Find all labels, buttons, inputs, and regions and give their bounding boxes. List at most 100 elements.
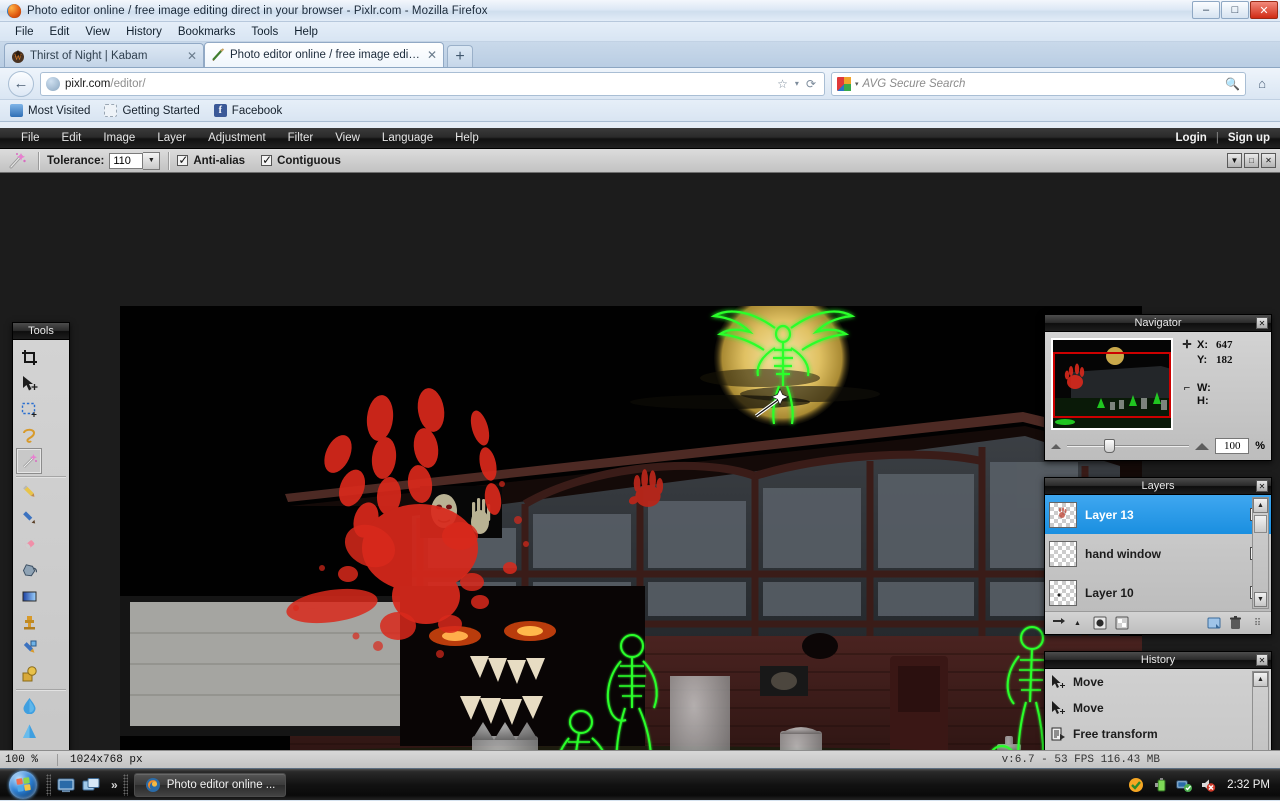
pixlr-menu-file[interactable]: File (10, 132, 51, 144)
zoom-slider[interactable] (1067, 439, 1190, 453)
chevron-up-icon[interactable]: ▲ (1069, 615, 1086, 631)
new-layer-icon[interactable] (1205, 615, 1222, 631)
pixlr-minimize-button[interactable]: ▼ (1227, 153, 1242, 168)
close-icon[interactable]: ✕ (1256, 317, 1268, 329)
menu-edit[interactable]: Edit (42, 24, 78, 40)
layer-row[interactable]: Layer 13 (1045, 495, 1271, 534)
clone-stamp-tool[interactable] (16, 609, 42, 635)
bookmark-star-icon[interactable]: ☆ (777, 77, 788, 91)
bookmark-most-visited[interactable]: Most Visited (10, 104, 90, 117)
maximize-button[interactable]: □ (1221, 1, 1249, 19)
volume-muted-icon[interactable] (1199, 776, 1216, 793)
pixlr-menu-layer[interactable]: Layer (146, 132, 197, 144)
pixlr-menu-filter[interactable]: Filter (277, 132, 325, 144)
switch-window-icon[interactable] (80, 774, 102, 796)
magic-wand-tool[interactable] (16, 448, 42, 474)
history-row[interactable]: Move (1045, 695, 1271, 721)
zoom-input[interactable]: 100 (1215, 438, 1250, 454)
pixlr-menu-edit[interactable]: Edit (51, 132, 93, 144)
chevron-down-icon[interactable]: ▾ (855, 80, 859, 88)
tab-close-icon[interactable]: ✕ (183, 49, 197, 63)
show-desktop-icon[interactable] (55, 774, 77, 796)
checkbox-icon[interactable] (177, 153, 188, 167)
lasso-tool[interactable] (16, 422, 42, 448)
drawing-tool[interactable] (16, 661, 42, 687)
contiguous-checkbox[interactable]: Contiguous (261, 153, 341, 167)
taskbar-clock[interactable]: 2:32 PM (1223, 779, 1270, 791)
task-button-firefox[interactable]: Photo editor online ... (133, 772, 287, 797)
pixlr-restore-button[interactable]: □ (1244, 153, 1259, 168)
history-row[interactable]: Move (1045, 669, 1271, 695)
avg-search-icon[interactable] (837, 76, 851, 91)
close-icon[interactable]: ✕ (1256, 654, 1268, 666)
blend-mode-icon[interactable] (1050, 615, 1067, 631)
tab-pixlr-editor[interactable]: Photo editor online / free image editi..… (204, 42, 444, 67)
search-icon[interactable]: 🔍 (1225, 77, 1240, 91)
signup-link[interactable]: Sign up (1228, 132, 1270, 144)
bookmark-facebook[interactable]: f Facebook (213, 104, 282, 117)
scroll-up-icon[interactable]: ▲ (1253, 498, 1268, 513)
start-button[interactable] (0, 770, 46, 800)
close-button[interactable]: ✕ (1250, 1, 1278, 19)
home-icon[interactable]: ⌂ (1252, 76, 1272, 91)
antialias-checkbox[interactable]: Anti-alias (177, 153, 245, 167)
minimize-button[interactable]: – (1192, 1, 1220, 19)
menu-history[interactable]: History (118, 24, 170, 40)
delete-layer-icon[interactable] (1227, 615, 1244, 631)
close-icon[interactable]: ✕ (1256, 480, 1268, 492)
new-tab-button[interactable]: + (447, 45, 473, 67)
menu-view[interactable]: View (77, 24, 118, 40)
image-canvas[interactable] (120, 306, 1142, 768)
login-link[interactable]: Login (1176, 132, 1207, 144)
resize-grip-icon[interactable]: ⠿ (1249, 615, 1266, 631)
url-bar[interactable]: pixlr.com/editor/ ☆ ▾ ⟳ (40, 71, 825, 96)
layer-style-icon[interactable] (1091, 615, 1108, 631)
taskbar-overflow-icon[interactable]: » (106, 778, 123, 792)
pixlr-menu-view[interactable]: View (324, 132, 371, 144)
layer-row[interactable]: Layer 10 (1045, 573, 1271, 612)
zoom-in-icon[interactable] (1195, 442, 1210, 450)
pixlr-menu-help[interactable]: Help (444, 132, 490, 144)
network-icon[interactable] (1175, 776, 1192, 793)
pixlr-close-button[interactable]: ✕ (1261, 153, 1276, 168)
chevron-down-icon[interactable]: ▾ (795, 79, 799, 88)
tolerance-input[interactable]: 110 (109, 152, 144, 169)
add-mask-icon[interactable] (1113, 615, 1130, 631)
taskbar-grip[interactable] (122, 773, 128, 796)
scroll-down-icon[interactable]: ▼ (1254, 592, 1267, 607)
scroll-up-icon[interactable]: ▲ (1253, 672, 1268, 687)
layer-row[interactable]: hand window (1045, 534, 1271, 573)
tolerance-dropdown-icon[interactable]: ▼ (143, 151, 161, 170)
marquee-select-tool[interactable] (16, 396, 42, 422)
avg-icon[interactable] (1127, 776, 1144, 793)
bookmark-getting-started[interactable]: Getting Started (104, 104, 200, 117)
brush-tool[interactable] (16, 505, 42, 531)
eraser-tool[interactable] (16, 531, 42, 557)
tab-close-icon[interactable]: ✕ (423, 48, 437, 62)
search-bar[interactable]: ▾ AVG Secure Search 🔍 (831, 71, 1246, 96)
navigator-thumbnail[interactable] (1051, 338, 1173, 430)
menu-tools[interactable]: Tools (243, 24, 286, 40)
paint-bucket-tool[interactable] (16, 557, 42, 583)
scrollbar-thumb[interactable] (1254, 515, 1267, 533)
zoom-slider-thumb[interactable] (1103, 439, 1115, 453)
reload-icon[interactable]: ⟳ (806, 77, 816, 91)
pencil-tool[interactable] (16, 479, 42, 505)
pixlr-menu-image[interactable]: Image (92, 132, 146, 144)
crop-tool[interactable] (16, 344, 42, 370)
history-row[interactable]: Free transform (1045, 721, 1271, 747)
power-icon[interactable] (1151, 776, 1168, 793)
search-input[interactable]: AVG Secure Search (863, 78, 1222, 90)
color-replace-tool[interactable] (16, 635, 42, 661)
layers-scrollbar[interactable]: ▲ ▼ (1252, 497, 1269, 609)
tab-thirst-of-night[interactable]: W Thirst of Night | Kabam ✕ (4, 43, 204, 67)
menu-file[interactable]: File (7, 24, 42, 40)
gradient-tool[interactable] (16, 583, 42, 609)
checkbox-icon[interactable] (261, 153, 272, 167)
back-button[interactable]: ← (8, 70, 34, 97)
menu-help[interactable]: Help (286, 24, 326, 40)
pixlr-menu-adjustment[interactable]: Adjustment (197, 132, 277, 144)
menu-bookmarks[interactable]: Bookmarks (170, 24, 244, 40)
move-tool[interactable] (16, 370, 42, 396)
pixlr-menu-language[interactable]: Language (371, 132, 444, 144)
